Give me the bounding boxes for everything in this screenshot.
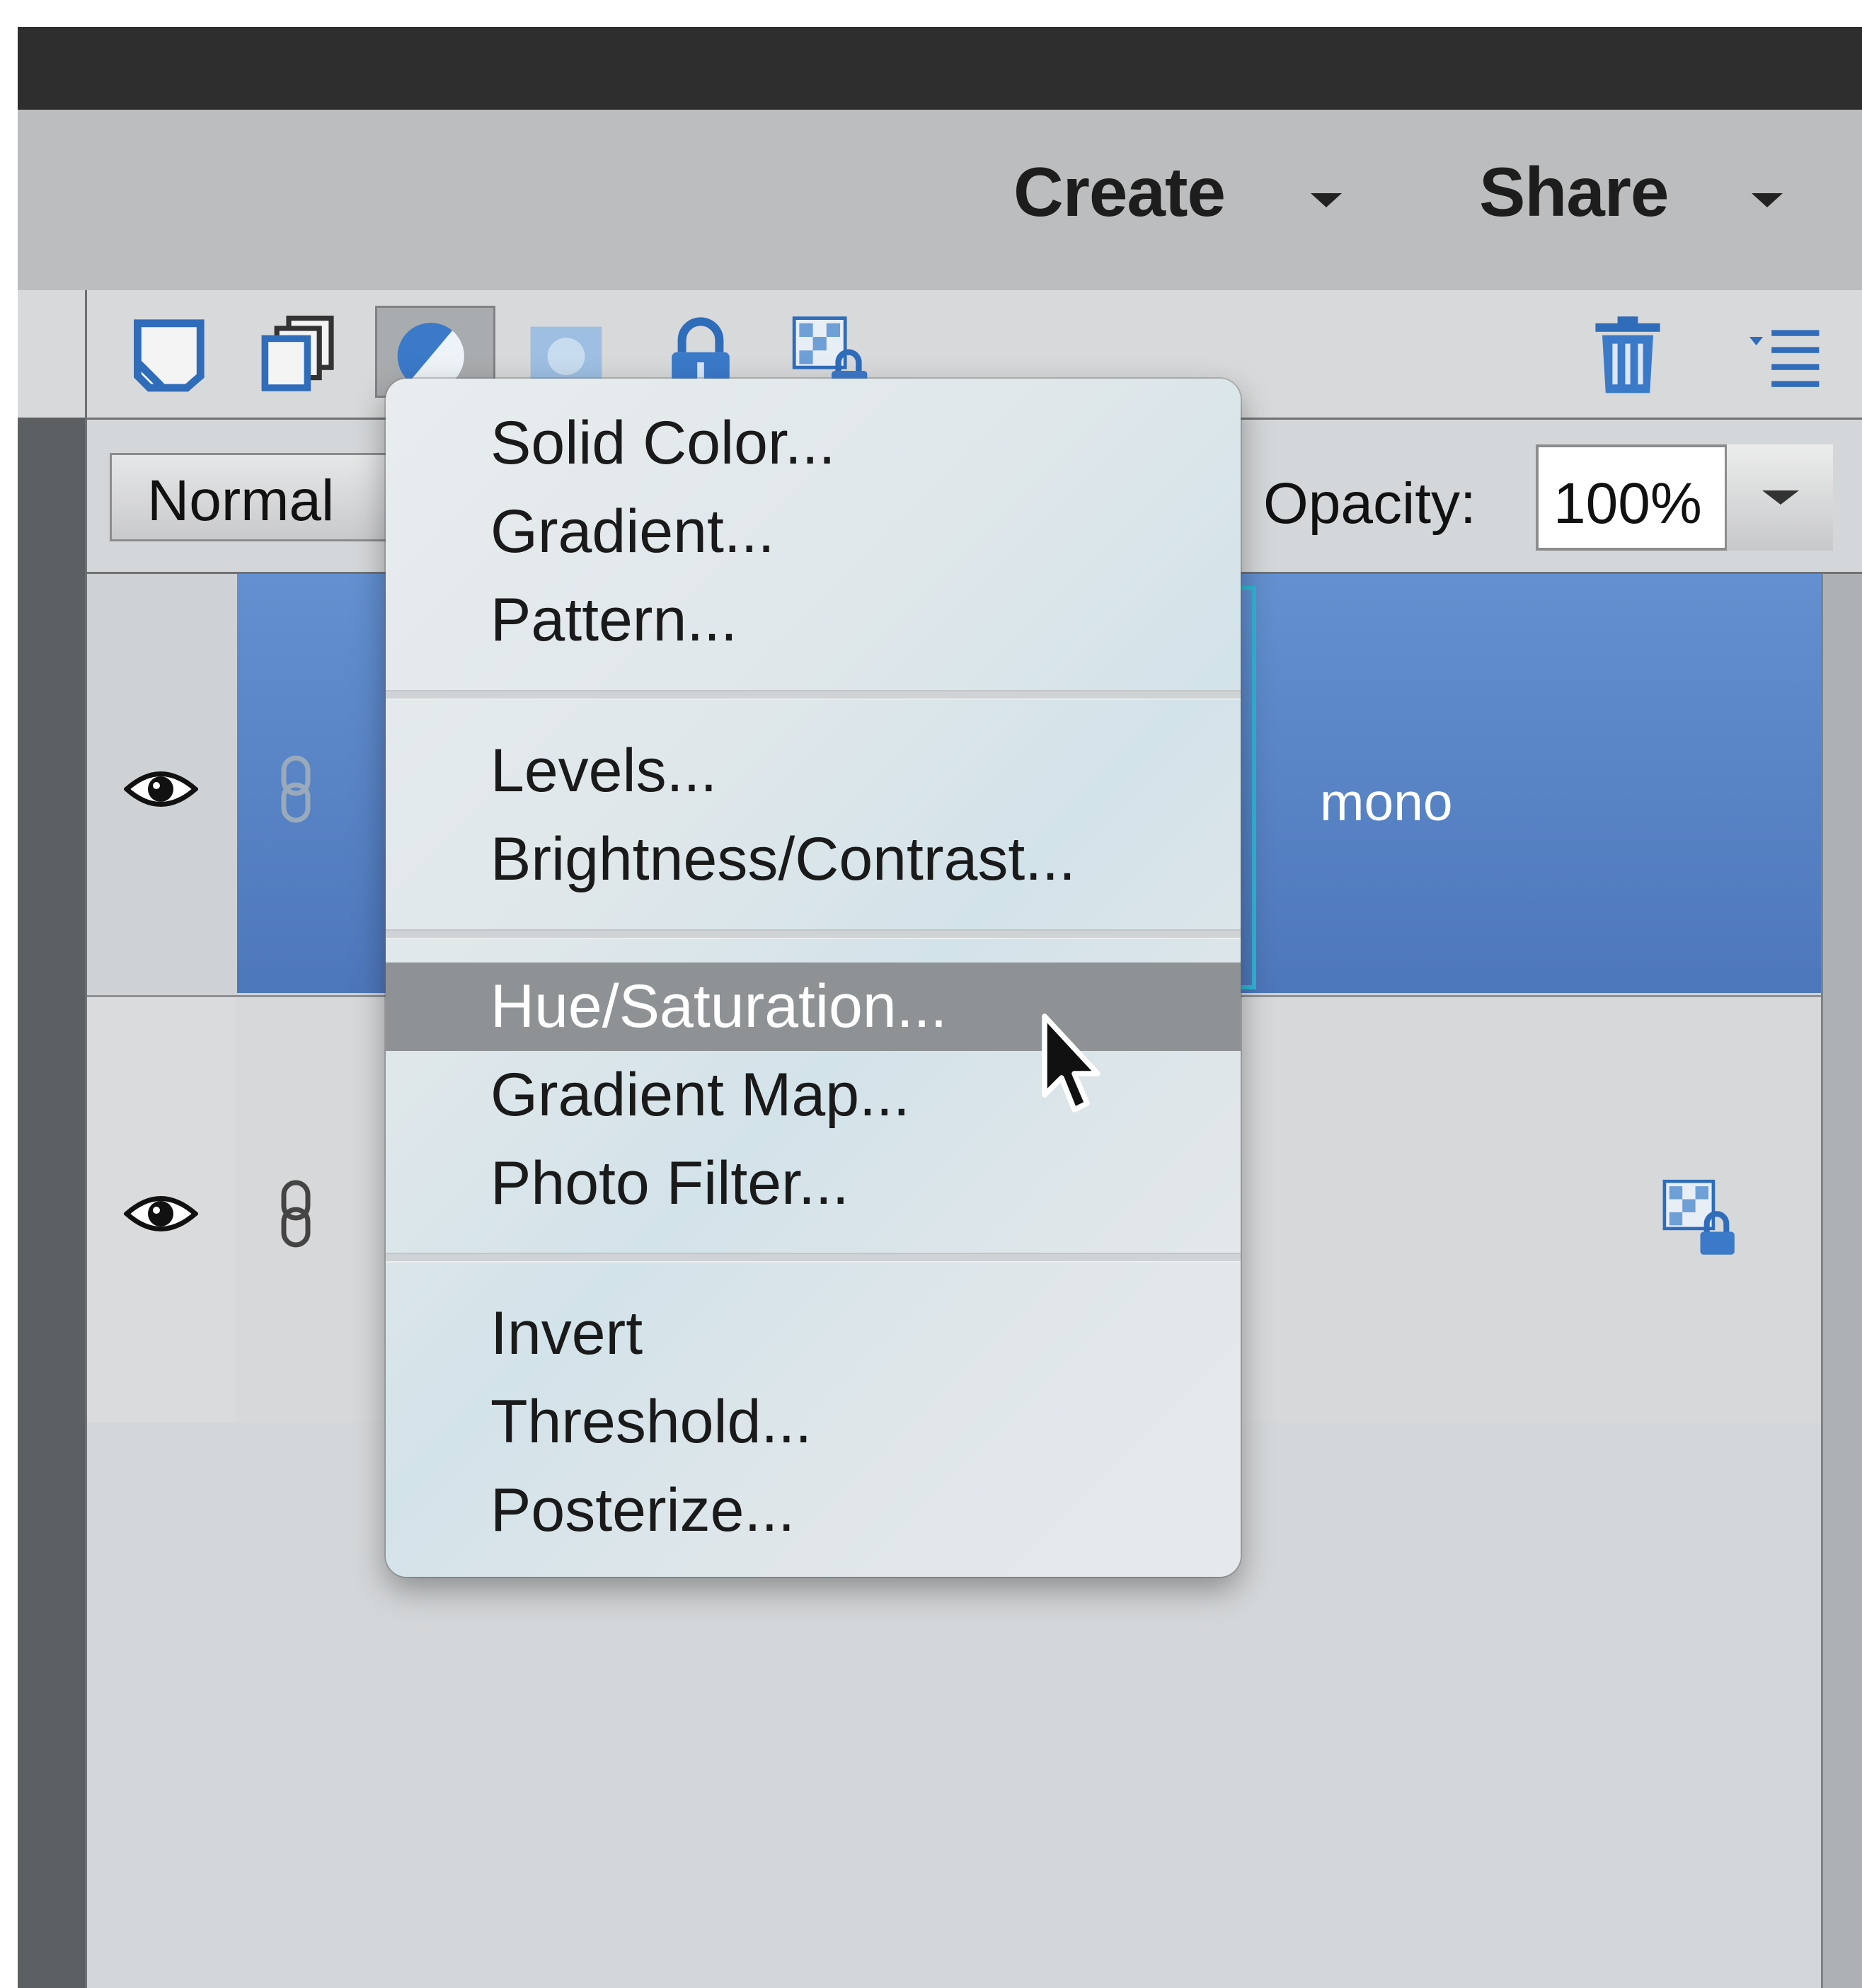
menu-item-hue-saturation[interactable]: Hue/Saturation... xyxy=(490,972,947,1042)
menu-item-pattern[interactable]: Pattern... xyxy=(490,585,737,655)
link-icon[interactable] xyxy=(278,754,314,824)
chevron-down-icon[interactable] xyxy=(1752,193,1783,207)
opacity-dropdown-button[interactable] xyxy=(1725,444,1833,551)
menu-item-solid-color[interactable]: Solid Color... xyxy=(490,408,836,478)
panel-scrollbar[interactable] xyxy=(1821,574,1862,1988)
menu-item-gradient[interactable]: Gradient... xyxy=(490,497,775,567)
link-icon[interactable] xyxy=(278,1178,314,1249)
share-menu[interactable]: Share xyxy=(1479,152,1669,232)
menu-item-invert[interactable]: Invert xyxy=(490,1299,643,1369)
menu-item-levels[interactable]: Levels... xyxy=(490,736,717,806)
trash-icon[interactable] xyxy=(1585,311,1670,396)
new-layer-icon[interactable] xyxy=(127,311,212,396)
menu-separator xyxy=(386,929,1241,939)
blend-mode-select[interactable]: Normal xyxy=(110,453,393,541)
panel-menu-icon[interactable] xyxy=(1741,311,1826,396)
eye-icon[interactable] xyxy=(122,1189,200,1239)
left-edge-strip-top xyxy=(18,290,87,418)
menu-item-gradient-map[interactable]: Gradient Map... xyxy=(490,1060,910,1130)
menu-separator xyxy=(386,690,1241,700)
chevron-down-icon xyxy=(1762,490,1799,505)
lock-transparency-icon[interactable] xyxy=(1660,1175,1741,1256)
left-edge-strip xyxy=(18,290,85,1988)
window-titlebar xyxy=(18,27,1862,110)
menu-item-photo-filter[interactable]: Photo Filter... xyxy=(490,1149,849,1219)
chevron-down-icon[interactable] xyxy=(1311,193,1342,207)
layer-name[interactable]: mono xyxy=(1320,771,1453,832)
menu-item-posterize[interactable]: Posterize... xyxy=(490,1476,795,1546)
menu-item-threshold[interactable]: Threshold... xyxy=(490,1387,812,1457)
opacity-label: Opacity: xyxy=(1263,471,1476,536)
create-menu[interactable]: Create xyxy=(1013,152,1226,232)
mouse-cursor-icon xyxy=(1040,1012,1104,1118)
duplicate-layer-icon[interactable] xyxy=(255,311,340,396)
adjustment-layer-menu: Solid Color... Gradient... Pattern... Le… xyxy=(386,379,1241,1577)
menu-separator xyxy=(386,1253,1241,1263)
eye-icon[interactable] xyxy=(122,764,200,814)
menu-item-brightness-contrast[interactable]: Brightness/Contrast... xyxy=(490,824,1076,895)
opacity-value[interactable]: 100% xyxy=(1553,471,1702,537)
